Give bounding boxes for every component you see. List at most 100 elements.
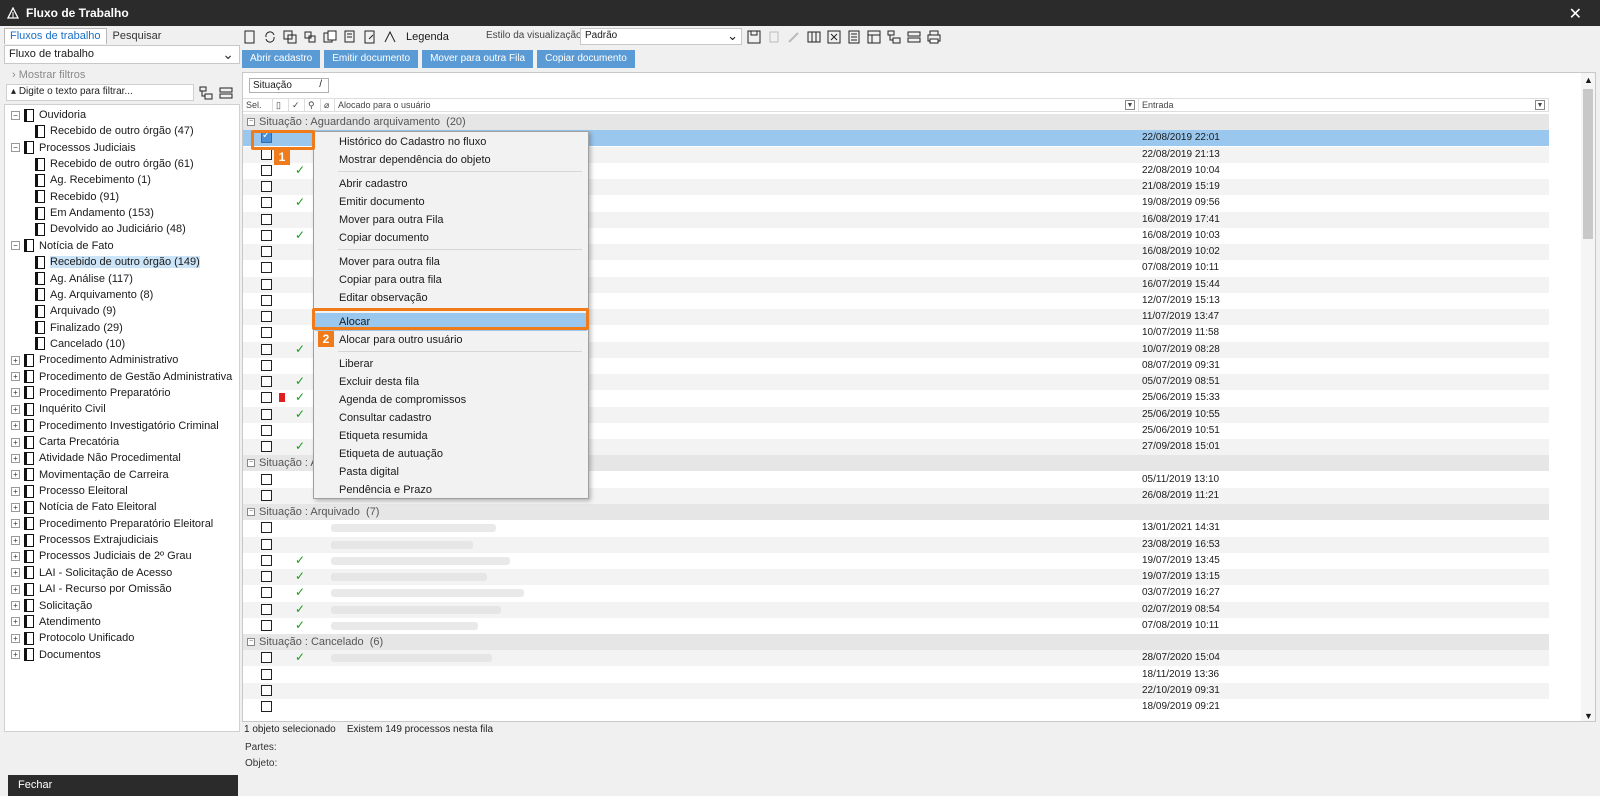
expand-icon[interactable]: + bbox=[11, 617, 20, 627]
tree-item[interactable]: + Procedimento Preparatório Eleitoral bbox=[11, 516, 213, 532]
tree-item[interactable]: + Procedimento Preparatório bbox=[11, 385, 170, 401]
expand-icon[interactable]: + bbox=[11, 584, 20, 594]
row-checkbox[interactable] bbox=[261, 327, 272, 339]
close-window-button[interactable]: ✕ bbox=[1569, 4, 1582, 24]
row-checkbox[interactable] bbox=[261, 311, 272, 322]
menu-item[interactable]: Excluir desta fila bbox=[339, 373, 419, 391]
expand-all-icon[interactable] bbox=[906, 29, 922, 45]
view-style-select[interactable]: Padrão ⌄ bbox=[580, 28, 742, 45]
collapse-icon[interactable]: − bbox=[11, 143, 20, 153]
row-checkbox[interactable] bbox=[261, 603, 272, 615]
tree-item[interactable]: + Procedimento Investigatório Criminal bbox=[11, 418, 219, 434]
row-checkbox[interactable] bbox=[261, 489, 272, 501]
tree-item[interactable]: + Documentos bbox=[11, 647, 101, 663]
menu-item[interactable]: Abrir cadastro bbox=[339, 175, 407, 193]
table-row[interactable]: ✓ 19/07/2019 13:15 bbox=[243, 569, 1549, 585]
scroll-down-icon[interactable]: ▼ bbox=[1584, 711, 1593, 721]
filter-input[interactable]: ▴ Digite o texto para filtrar... bbox=[6, 84, 194, 101]
tree-item[interactable]: Ag. Recebimento (1) bbox=[35, 172, 151, 188]
table-row[interactable]: 18/11/2019 13:36 bbox=[243, 667, 1549, 683]
tree-item[interactable]: + Procedimento de Gestão Administrativa bbox=[11, 369, 232, 385]
menu-item[interactable]: Alocar para outro usuário bbox=[339, 331, 463, 349]
tree-item[interactable]: + Procedimento Administrativo bbox=[11, 352, 178, 368]
expand-icon[interactable]: + bbox=[11, 650, 20, 660]
tree-item[interactable]: + Atendimento bbox=[11, 614, 101, 630]
expand-icon[interactable]: + bbox=[11, 568, 20, 578]
tree-item[interactable]: + Carta Precatória bbox=[11, 434, 119, 450]
tree-item[interactable]: + Protocolo Unificado bbox=[11, 630, 134, 646]
row-checkbox[interactable] bbox=[261, 181, 272, 192]
bookmark-col-icon[interactable]: ▯ bbox=[273, 99, 289, 112]
tree-item[interactable]: + Processos Judiciais de 2º Grau bbox=[11, 548, 192, 564]
row-checkbox[interactable] bbox=[261, 538, 272, 550]
dropdown-icon[interactable]: ▼ bbox=[1535, 100, 1545, 110]
table-row[interactable]: ✓ 03/07/2019 16:27 bbox=[243, 585, 1549, 601]
tree-item[interactable]: Recebido de outro órgão (47) bbox=[35, 123, 194, 139]
table-row[interactable]: ✓ 19/07/2019 13:45 bbox=[243, 553, 1549, 569]
tree-item[interactable]: + LAI - Solicitação de Acesso bbox=[11, 565, 172, 581]
copiar-documento-button[interactable]: Copiar documento bbox=[537, 50, 635, 68]
menu-item[interactable]: Agenda de compromissos bbox=[339, 391, 466, 409]
row-checkbox[interactable] bbox=[261, 278, 272, 290]
table-row[interactable]: ✓ 02/07/2019 08:54 bbox=[243, 601, 1549, 618]
row-checkbox[interactable] bbox=[261, 652, 272, 664]
collapse-icon[interactable]: − bbox=[247, 638, 255, 646]
menu-item[interactable]: Histórico do Cadastro no fluxo bbox=[339, 133, 486, 151]
col-sel[interactable]: Sel. bbox=[243, 99, 273, 112]
group-row[interactable]: − Situação : Cancelado (6) bbox=[243, 634, 1549, 650]
menu-item[interactable]: Editar observação bbox=[339, 289, 428, 307]
scroll-thumb[interactable] bbox=[1583, 89, 1593, 239]
excel-icon[interactable] bbox=[826, 29, 842, 45]
emitir-documento-button[interactable]: Emitir documento bbox=[324, 50, 419, 68]
export-icon[interactable] bbox=[362, 29, 378, 45]
row-checkbox[interactable] bbox=[261, 684, 272, 696]
vertical-scrollbar[interactable]: ▲ ▼ bbox=[1581, 73, 1595, 721]
expand-icon[interactable]: + bbox=[11, 453, 20, 463]
collapse-icon[interactable]: − bbox=[247, 459, 255, 468]
tree-item[interactable]: Cancelado (10) bbox=[35, 336, 125, 352]
group-row[interactable]: − Situação : Aguardando arquivamento (20) bbox=[243, 114, 1549, 130]
tree-item[interactable]: Recebido (91) bbox=[35, 189, 119, 205]
tree-item[interactable]: Ag. Arquivamento (8) bbox=[35, 287, 153, 303]
group-row[interactable]: − Situação : Arquivado (7) bbox=[243, 504, 1549, 520]
tree-item[interactable]: Devolvido ao Judiciário (48) bbox=[35, 221, 186, 237]
tree-collapse-icon[interactable] bbox=[218, 85, 234, 101]
menu-item[interactable]: Emitir documento bbox=[339, 193, 425, 211]
row-checkbox[interactable] bbox=[261, 554, 272, 566]
tab-pesquisar[interactable]: Pesquisar bbox=[107, 28, 168, 44]
group-icon[interactable] bbox=[322, 29, 338, 45]
expand-icon[interactable]: + bbox=[11, 437, 20, 447]
print-icon[interactable] bbox=[926, 29, 942, 45]
tree-item[interactable]: + Atividade Não Procedimental bbox=[11, 450, 181, 466]
tree-item[interactable]: + Movimentação de Carreira bbox=[11, 467, 169, 483]
copy-icon[interactable] bbox=[282, 29, 298, 45]
tree-item[interactable]: − Notícia de Fato bbox=[11, 238, 114, 254]
tree-item[interactable]: + Solicitação bbox=[11, 598, 92, 614]
duplicate-icon[interactable] bbox=[302, 29, 318, 45]
tree-item[interactable]: + Processo Eleitoral bbox=[11, 483, 128, 499]
collapse-icon[interactable]: − bbox=[11, 110, 20, 120]
expand-icon[interactable]: + bbox=[11, 372, 20, 382]
tree-col-icon[interactable]: ⚲ bbox=[305, 99, 321, 112]
row-checkbox[interactable] bbox=[261, 408, 272, 420]
tree-item[interactable]: Finalizado (29) bbox=[35, 320, 123, 336]
table-row[interactable]: 22/10/2019 09:31 bbox=[243, 682, 1549, 699]
hierarchy-icon[interactable] bbox=[886, 29, 902, 45]
tree-item[interactable]: − Ouvidoria bbox=[11, 107, 86, 123]
row-checkbox[interactable] bbox=[261, 424, 272, 436]
row-checkbox[interactable] bbox=[261, 164, 272, 176]
report-icon[interactable] bbox=[846, 29, 862, 45]
row-checkbox[interactable] bbox=[261, 148, 272, 160]
dropdown-icon[interactable]: ▼ bbox=[1125, 100, 1135, 110]
expand-icon[interactable]: + bbox=[11, 486, 20, 496]
refresh-icon[interactable] bbox=[262, 29, 278, 45]
row-checkbox[interactable] bbox=[261, 587, 272, 599]
row-checkbox[interactable] bbox=[261, 392, 272, 404]
group-by-chip[interactable]: Situação / bbox=[249, 78, 329, 93]
abrir-cadastro-button[interactable]: Abrir cadastro bbox=[242, 50, 321, 68]
new-doc-icon[interactable] bbox=[242, 29, 258, 45]
columns-icon[interactable] bbox=[806, 29, 822, 45]
flow-select[interactable]: Fluxo de trabalho ⌄ bbox=[4, 45, 240, 64]
tree-item[interactable]: + Inquérito Civil bbox=[11, 401, 106, 417]
row-checkbox[interactable] bbox=[261, 229, 272, 241]
